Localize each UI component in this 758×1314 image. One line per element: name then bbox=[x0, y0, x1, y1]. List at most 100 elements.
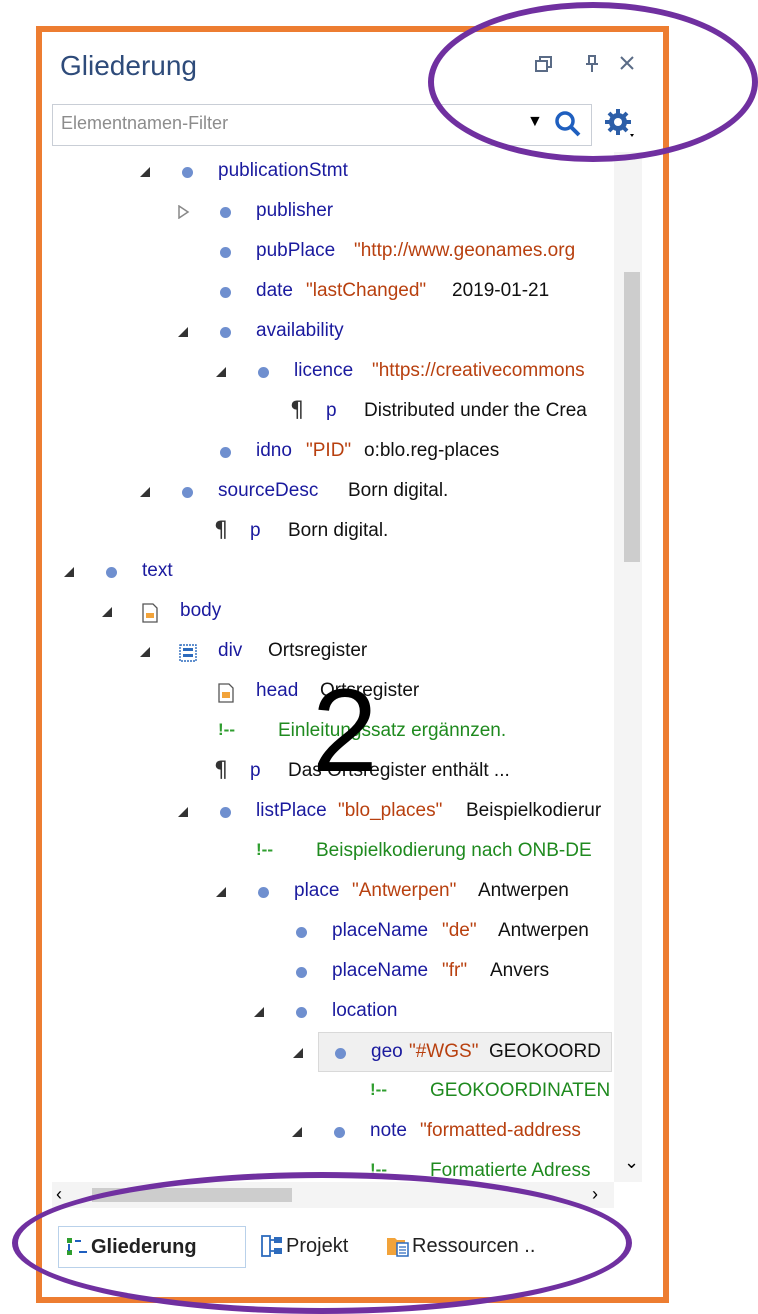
expanded-arrow-icon[interactable] bbox=[138, 645, 152, 659]
tree-comment-text: Beispielkodierung nach ONB-DE bbox=[316, 840, 592, 861]
tree-row[interactable]: !-- GEOKOORDINATEN bbox=[42, 1072, 612, 1112]
document-icon bbox=[142, 603, 158, 623]
element-dot-icon bbox=[182, 487, 193, 498]
tree-node-text: Ortsregister bbox=[268, 640, 368, 661]
element-dot-icon bbox=[334, 1127, 345, 1138]
tree-node-name: text bbox=[142, 560, 173, 581]
element-dot-icon bbox=[106, 567, 117, 578]
paragraph-icon: ¶ bbox=[214, 758, 228, 783]
tree-node-name: location bbox=[332, 1000, 398, 1021]
tree-node-text: Beispielkodierur bbox=[466, 800, 602, 821]
scroll-right-icon[interactable]: › bbox=[592, 1184, 598, 1205]
element-dot-icon bbox=[296, 927, 307, 938]
tree-node-name: licence bbox=[294, 360, 354, 381]
element-dot-icon bbox=[335, 1048, 346, 1059]
tree-node-name: sourceDesc bbox=[218, 480, 319, 501]
tree-node-name: geo bbox=[371, 1041, 403, 1062]
tree-node-name: publisher bbox=[256, 200, 334, 221]
tree-node-name: head bbox=[256, 680, 299, 701]
tree-row[interactable]: pubPlace "http://www.geonames.org bbox=[42, 232, 612, 272]
tree-node-text: o:blo.reg-places bbox=[364, 440, 500, 461]
tree-row[interactable]: date "lastChanged" 2019-01-21 bbox=[42, 272, 612, 312]
tree-node-name: listPlace bbox=[256, 800, 327, 821]
expanded-arrow-icon[interactable] bbox=[138, 485, 152, 499]
vertical-scrollbar[interactable]: ⌃ ⌄ bbox=[614, 152, 642, 1182]
tree-node-text: Antwerpen bbox=[498, 920, 589, 941]
element-dot-icon bbox=[220, 447, 231, 458]
element-dot-icon bbox=[220, 287, 231, 298]
tree-comment-text: GEOKOORDINATEN bbox=[430, 1080, 611, 1101]
tree-node-attr: "fr" bbox=[442, 960, 468, 981]
expanded-arrow-icon[interactable] bbox=[290, 1125, 304, 1139]
vertical-scroll-thumb[interactable] bbox=[624, 272, 640, 562]
tree-node-name: p bbox=[326, 400, 337, 421]
expanded-arrow-icon[interactable] bbox=[100, 605, 114, 619]
tree-row[interactable]: location bbox=[42, 992, 612, 1032]
tree-row[interactable]: note "formatted-address bbox=[42, 1112, 612, 1152]
element-dot-icon bbox=[182, 167, 193, 178]
tree-node-attr: "de" bbox=[442, 920, 477, 941]
tree-row[interactable]: sourceDesc Born digital. bbox=[42, 472, 612, 512]
head-document-icon bbox=[218, 683, 234, 703]
element-dot-icon bbox=[220, 207, 231, 218]
expanded-arrow-icon[interactable] bbox=[138, 165, 152, 179]
tree-node-attr: "#WGS" bbox=[409, 1041, 479, 1062]
tree-row[interactable]: placeName "de" Antwerpen bbox=[42, 912, 612, 952]
element-dot-icon bbox=[220, 807, 231, 818]
collapsed-arrow-icon[interactable] bbox=[176, 205, 190, 219]
filter-placeholder: Elementnamen-Filter bbox=[61, 113, 229, 133]
tree-row[interactable]: place "Antwerpen" Antwerpen bbox=[42, 872, 612, 912]
tree-node-text: Distributed under the Crea bbox=[364, 400, 587, 421]
tree-node-attr: "Antwerpen" bbox=[352, 880, 457, 901]
paragraph-icon: ¶ bbox=[290, 398, 304, 423]
tree-node-attr: "PID" bbox=[306, 440, 352, 461]
element-dot-icon bbox=[258, 367, 269, 378]
tree-node-name: p bbox=[250, 760, 261, 781]
expanded-arrow-icon[interactable] bbox=[176, 805, 190, 819]
scroll-left-icon[interactable]: ‹ bbox=[56, 1184, 62, 1205]
tree-row[interactable]: ¶ p Born digital. bbox=[42, 512, 612, 552]
expanded-arrow-icon[interactable] bbox=[214, 885, 228, 899]
tree-row[interactable]: !-- Beispielkodierung nach ONB-DE bbox=[42, 832, 612, 872]
tree-node-attr: "https://creativecommons bbox=[372, 360, 585, 381]
element-dot-icon bbox=[296, 1007, 307, 1018]
tree-node-text: 2019-01-21 bbox=[452, 280, 550, 301]
tree-node-name: div bbox=[218, 640, 243, 661]
highlight-ellipse-top bbox=[428, 2, 758, 162]
tree-row[interactable]: listPlace "blo_places" Beispielkodierur bbox=[42, 792, 612, 832]
expanded-arrow-icon[interactable] bbox=[252, 1005, 266, 1019]
element-dot-icon bbox=[220, 327, 231, 338]
tree-node-name: availability bbox=[256, 320, 344, 341]
panel-title: Gliederung bbox=[60, 50, 197, 81]
element-dot-icon bbox=[296, 967, 307, 978]
expanded-arrow-icon[interactable] bbox=[291, 1046, 305, 1060]
expanded-arrow-icon[interactable] bbox=[176, 325, 190, 339]
tree-row[interactable]: publicationStmt bbox=[42, 152, 612, 192]
annotation-number: 2 bbox=[312, 665, 378, 797]
tree-row[interactable]: availability bbox=[42, 312, 612, 352]
tree-node-name: p bbox=[250, 520, 261, 541]
tree-row[interactable]: ¶ p Distributed under the Crea bbox=[42, 392, 612, 432]
expanded-arrow-icon[interactable] bbox=[214, 365, 228, 379]
tree-row[interactable]: publisher bbox=[42, 192, 612, 232]
tree-node-attr: "formatted-address bbox=[420, 1120, 581, 1141]
tree-node-name: placeName bbox=[332, 920, 429, 941]
tree-node-name: idno bbox=[256, 440, 292, 461]
tree-row[interactable]: text bbox=[42, 552, 612, 592]
tree-row[interactable]: body bbox=[42, 592, 612, 632]
tree-node-attr: "lastChanged" bbox=[306, 280, 427, 301]
tree-node-name: place bbox=[294, 880, 340, 901]
element-dot-icon bbox=[220, 247, 231, 258]
tree-row-selected[interactable]: geo "#WGS" GEOKOORD bbox=[293, 1032, 612, 1072]
comment-icon: !-- bbox=[218, 720, 235, 739]
tree-row[interactable]: idno "PID" o:blo.reg-places bbox=[42, 432, 612, 472]
tree-node-text: Antwerpen bbox=[478, 880, 569, 901]
tree-row[interactable]: licence "https://creativecommons bbox=[42, 352, 612, 392]
tree-node-name: date bbox=[256, 280, 293, 301]
tree-node-text: Anvers bbox=[490, 960, 550, 981]
tree-row[interactable]: placeName "fr" Anvers bbox=[42, 952, 612, 992]
expanded-arrow-icon[interactable] bbox=[62, 565, 76, 579]
tree-node-name: placeName bbox=[332, 960, 429, 981]
scroll-down-icon[interactable]: ⌄ bbox=[624, 1152, 639, 1173]
tree-node-name: publicationStmt bbox=[218, 160, 348, 181]
